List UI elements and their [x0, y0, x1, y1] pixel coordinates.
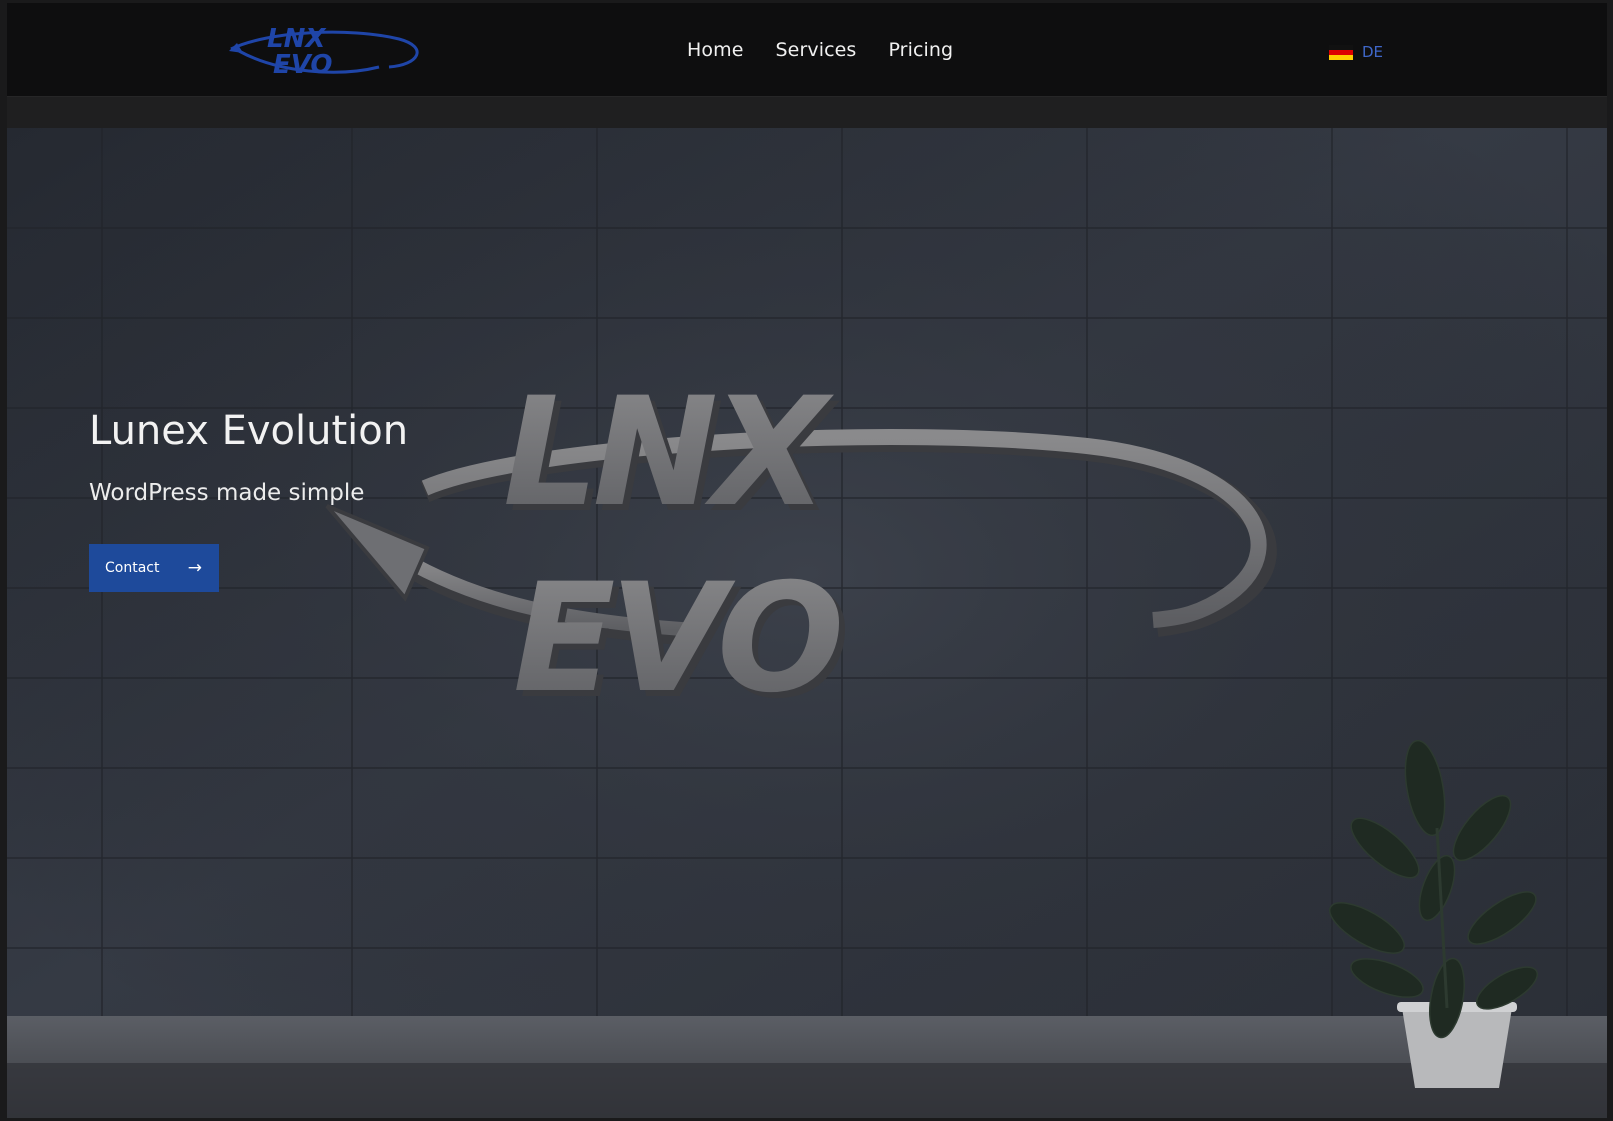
- germany-flag-icon: [1329, 44, 1353, 60]
- contact-button[interactable]: Contact →: [89, 544, 219, 592]
- main-nav: Home Services Pricing: [687, 39, 953, 61]
- contact-button-label: Contact: [105, 560, 160, 576]
- sign-text-top: LNX: [503, 366, 834, 540]
- nav-home[interactable]: Home: [687, 39, 744, 61]
- nav-services[interactable]: Services: [776, 39, 857, 61]
- language-label: DE: [1362, 43, 1384, 61]
- hero-section: LNX LNX EVO EVO Lunex Evolution WordPres…: [7, 128, 1607, 1118]
- logo-text-bottom: EVO: [273, 50, 333, 80]
- site-logo[interactable]: LNX EVO: [229, 21, 429, 83]
- hero-background-image: LNX LNX EVO EVO: [7, 128, 1607, 1118]
- arrow-right-icon: →: [187, 557, 202, 578]
- hero-title: Lunex Evolution: [89, 408, 409, 454]
- logo-icon: LNX EVO: [229, 24, 419, 80]
- site-header: LNX EVO Home Services Pricing DE: [7, 3, 1607, 97]
- hero-subtitle: WordPress made simple: [89, 480, 365, 506]
- sign-text-bottom: EVO: [513, 552, 840, 726]
- nav-pricing[interactable]: Pricing: [888, 39, 953, 61]
- language-switcher[interactable]: DE: [1329, 43, 1383, 61]
- page: LNX EVO Home Services Pricing DE LNX LNX…: [0, 0, 1613, 1121]
